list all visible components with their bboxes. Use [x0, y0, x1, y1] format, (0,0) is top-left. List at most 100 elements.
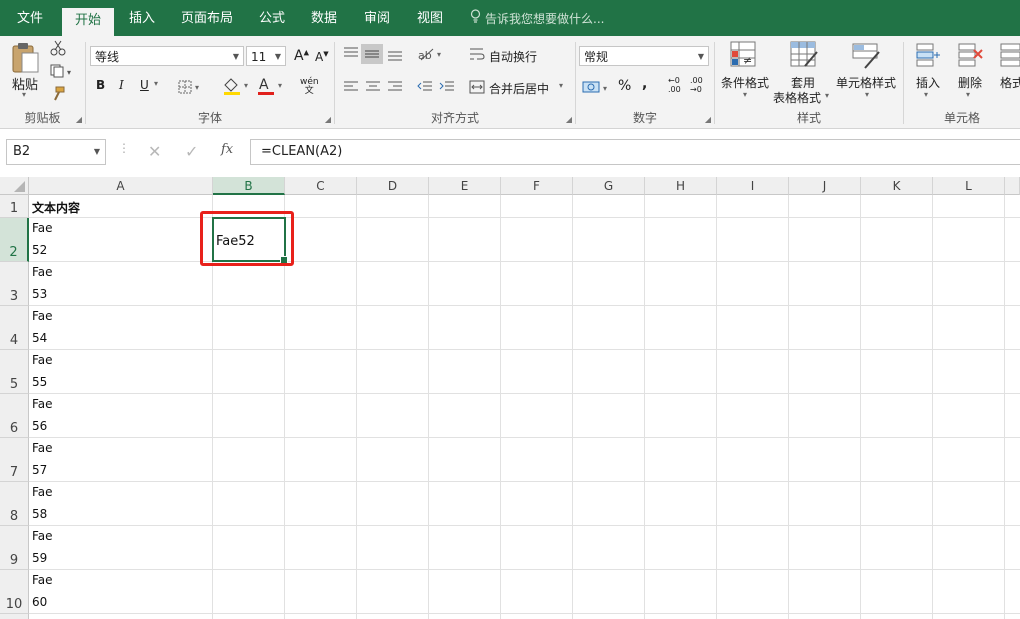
name-box-dropdown-icon[interactable]: ▼ [94, 140, 100, 164]
name-box[interactable]: B2 ▼ [6, 139, 106, 165]
paste-icon[interactable] [10, 42, 40, 77]
alignment-launcher-icon[interactable]: ◢ [566, 115, 572, 124]
row-header-3[interactable]: 3 [0, 262, 29, 306]
row-header-8[interactable]: 8 [0, 482, 29, 526]
cell-a8-line1[interactable]: Fae [32, 485, 53, 499]
cell-a2-line2[interactable]: 52 [32, 243, 47, 257]
number-format-combo[interactable]: 常规 ▼ [579, 46, 709, 66]
wrap-text-button[interactable]: 自动换行 [489, 48, 537, 65]
column-header-i[interactable]: I [717, 177, 789, 195]
format-as-table-icon[interactable] [789, 40, 819, 73]
tab-file[interactable]: 文件 [17, 0, 43, 36]
align-center-icon[interactable] [365, 80, 381, 97]
insert-function-icon[interactable]: fx [221, 142, 233, 157]
merge-center-icon[interactable] [469, 79, 485, 98]
increase-decimal-button[interactable]: ←0.00 [668, 76, 681, 94]
delete-cells-dropdown-icon[interactable]: ▾ [966, 90, 970, 99]
cell-a3-line2[interactable]: 53 [32, 287, 47, 301]
underline-dropdown-icon[interactable]: ▾ [154, 79, 158, 88]
cell-a2-line1[interactable]: Fae [32, 221, 53, 235]
cell-a7-line1[interactable]: Fae [32, 441, 53, 455]
row-header-10[interactable]: 10 [0, 570, 29, 614]
row-header-7[interactable]: 7 [0, 438, 29, 482]
delete-cells-button[interactable]: 删除 [958, 74, 982, 91]
wrap-text-icon[interactable] [469, 46, 485, 65]
cell-a5-line2[interactable]: 55 [32, 375, 47, 389]
cell-a6-line1[interactable]: Fae [32, 397, 53, 411]
number-launcher-icon[interactable]: ◢ [705, 115, 711, 124]
column-header-j[interactable]: J [789, 177, 861, 195]
cell-a3-line1[interactable]: Fae [32, 265, 53, 279]
row-header-4[interactable]: 4 [0, 306, 29, 350]
cell-a9-line1[interactable]: Fae [32, 529, 53, 543]
conditional-formatting-dropdown-icon[interactable]: ▾ [743, 90, 747, 99]
row-header-2[interactable]: 2 [0, 218, 29, 262]
phonetic-guide-button[interactable]: wén 文 [300, 78, 319, 96]
italic-button[interactable]: I [119, 78, 124, 92]
font-color-icon[interactable]: A ▾ [256, 76, 286, 99]
cell-a10-line2[interactable]: 60 [32, 595, 47, 609]
merge-center-button[interactable]: 合并后居中 [489, 80, 549, 97]
cell-styles-dropdown-icon[interactable]: ▾ [865, 90, 869, 99]
insert-cells-dropdown-icon[interactable]: ▾ [924, 90, 928, 99]
column-header-b[interactable]: B [213, 177, 285, 195]
cell-a5-line1[interactable]: Fae [32, 353, 53, 367]
format-cells-button[interactable]: 格式 [1000, 74, 1020, 91]
conditional-formatting-button[interactable]: 条件格式 [721, 74, 769, 91]
column-header-a[interactable]: A [29, 177, 213, 195]
percent-button[interactable]: % [618, 78, 631, 94]
format-as-table-label-2[interactable]: 表格格式 [773, 89, 821, 106]
cancel-icon[interactable]: ✕ [148, 142, 161, 161]
cell-a8-line2[interactable]: 58 [32, 507, 47, 521]
column-header-h[interactable]: H [645, 177, 717, 195]
decrease-decimal-button[interactable]: .00 →0 [690, 76, 703, 94]
formula-input[interactable]: =CLEAN(A2) [250, 139, 1020, 165]
clipboard-launcher-icon[interactable]: ◢ [76, 115, 82, 124]
align-right-icon[interactable] [387, 80, 403, 97]
align-bottom-icon[interactable] [387, 48, 403, 65]
tell-me-search[interactable]: 告诉我您想要做什么... [470, 0, 604, 36]
paste-dropdown-icon[interactable]: ▾ [22, 90, 26, 99]
format-painter-icon[interactable] [50, 86, 66, 105]
decrease-indent-icon[interactable] [417, 80, 433, 97]
tab-insert[interactable]: 插入 [129, 0, 155, 36]
conditional-formatting-icon[interactable]: ≠ [729, 40, 759, 73]
font-size-combo[interactable]: 11 ▼ [246, 46, 286, 66]
tab-formulas[interactable]: 公式 [259, 0, 285, 36]
align-middle-icon[interactable] [361, 44, 383, 64]
font-launcher-icon[interactable]: ◢ [325, 115, 331, 124]
row-header-6[interactable]: 6 [0, 394, 29, 438]
delete-cells-icon[interactable] [956, 40, 984, 73]
tab-page-layout[interactable]: 页面布局 [181, 0, 233, 36]
row-header-5[interactable]: 5 [0, 350, 29, 394]
cell-a9-line2[interactable]: 59 [32, 551, 47, 565]
orientation-icon[interactable]: ab ▾ [417, 46, 445, 65]
row-header-partial[interactable] [0, 614, 29, 619]
cut-icon[interactable] [50, 40, 66, 59]
column-header-f[interactable]: F [501, 177, 573, 195]
border-icon[interactable]: ▾ [178, 80, 204, 97]
select-all-corner[interactable] [0, 177, 29, 195]
column-header-e[interactable]: E [429, 177, 501, 195]
accounting-format-icon[interactable]: ▾ [582, 79, 612, 98]
row-header-9[interactable]: 9 [0, 526, 29, 570]
column-header-partial[interactable] [1005, 177, 1020, 195]
underline-button[interactable]: U [140, 78, 149, 92]
format-cells-icon[interactable] [998, 40, 1020, 73]
cell-a6-line2[interactable]: 56 [32, 419, 47, 433]
column-header-d[interactable]: D [357, 177, 429, 195]
tab-review[interactable]: 审阅 [364, 0, 390, 36]
cell-styles-icon[interactable] [851, 40, 881, 73]
cell-a1[interactable]: 文本内容 [32, 199, 80, 216]
fill-color-icon[interactable]: ▾ [222, 76, 252, 99]
tab-data[interactable]: 数据 [311, 0, 337, 36]
decrease-font-size-button[interactable]: A▼ [315, 50, 329, 64]
increase-indent-icon[interactable] [439, 80, 455, 97]
column-header-g[interactable]: G [573, 177, 645, 195]
comma-style-button[interactable]: , [642, 76, 647, 92]
bold-button[interactable]: B [96, 78, 105, 92]
tab-home[interactable]: 开始 [62, 8, 115, 36]
increase-font-size-button[interactable]: A▲ [294, 48, 309, 64]
merge-dropdown-icon[interactable]: ▾ [559, 81, 563, 90]
align-top-icon[interactable] [343, 46, 359, 63]
